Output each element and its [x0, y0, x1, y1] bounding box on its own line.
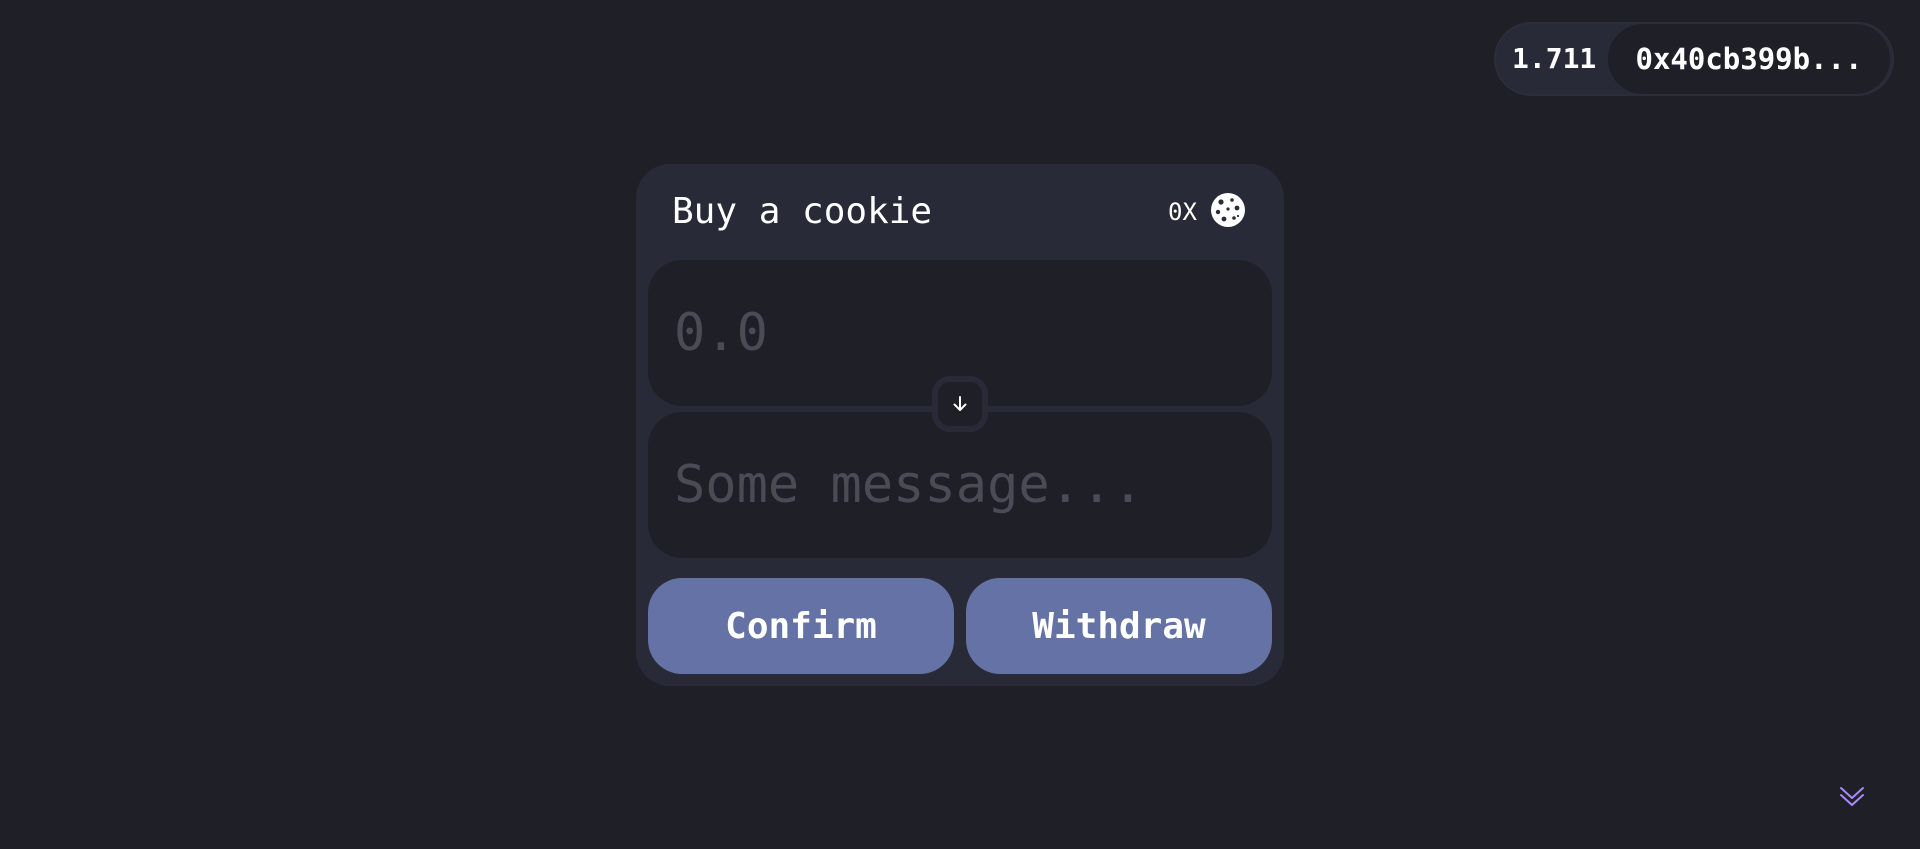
buy-cookie-card: Buy a cookie 0X Confirm Withdraw	[636, 164, 1284, 686]
confirm-button[interactable]: Confirm	[648, 578, 954, 674]
wallet-address-button[interactable]: 0x40cb399b...	[1608, 24, 1890, 94]
message-field	[648, 412, 1272, 558]
card-header: Buy a cookie 0X	[636, 164, 1284, 256]
wallet-balance: 1.711	[1512, 42, 1597, 75]
double-chevron-down-icon[interactable]	[1836, 780, 1868, 812]
card-title: Buy a cookie	[672, 191, 933, 232]
arrow-down-icon	[953, 396, 967, 411]
message-input[interactable]	[674, 412, 1244, 558]
cookie-icon	[1211, 193, 1245, 227]
swap-arrow-button[interactable]	[932, 376, 988, 432]
withdraw-button[interactable]: Withdraw	[966, 578, 1272, 674]
wallet-status: 1.711 0x40cb399b...	[1494, 22, 1894, 96]
cookie-count: 0X	[1168, 198, 1197, 226]
